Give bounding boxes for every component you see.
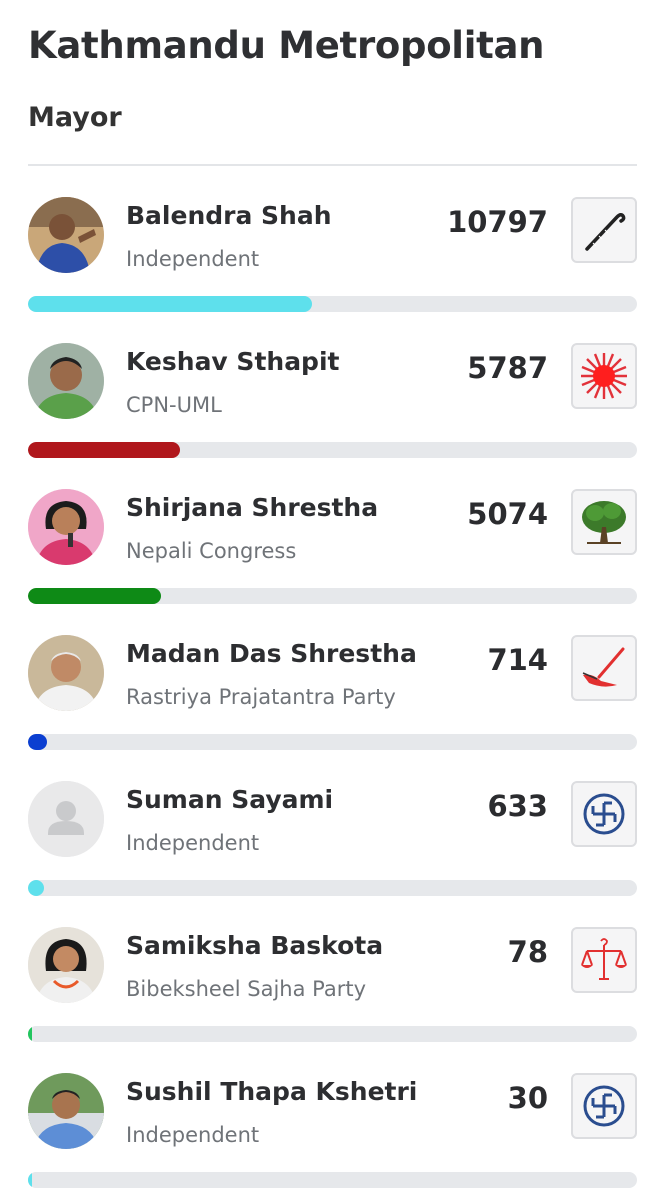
user-placeholder-icon [28, 781, 104, 857]
tree-icon [571, 489, 637, 555]
walking-stick-icon [571, 197, 637, 263]
candidate-row[interactable]: Samiksha Baskota Bibeksheel Sajha Party … [28, 927, 637, 1067]
swastika-icon [571, 781, 637, 847]
candidate-party: Bibeksheel Sajha Party [126, 977, 367, 1001]
vote-bar-fill [28, 734, 47, 750]
vote-count: 633 [487, 789, 548, 823]
candidate-name: Keshav Sthapit [126, 347, 340, 376]
candidate-name: Sushil Thapa Kshetri [126, 1077, 418, 1106]
vote-bar [28, 734, 637, 750]
vote-bar-fill [28, 442, 180, 458]
vote-bar-fill [28, 880, 44, 896]
avatar [28, 635, 104, 711]
vote-bar [28, 880, 637, 896]
vote-count: 5074 [467, 497, 548, 531]
candidate-name: Samiksha Baskota [126, 931, 384, 960]
candidate-row[interactable]: Balendra Shah Independent 10797 [28, 197, 637, 337]
vote-count: 78 [507, 935, 548, 969]
scales-icon [571, 927, 637, 993]
vote-count: 10797 [447, 205, 548, 239]
vote-bar [28, 1026, 637, 1042]
divider [28, 164, 637, 166]
candidate-row[interactable]: Madan Das Shrestha Rastriya Prajatantra … [28, 635, 637, 775]
vote-bar [28, 442, 637, 458]
vote-count: 30 [507, 1081, 548, 1115]
vote-bar [28, 1172, 637, 1188]
candidate-name: Shirjana Shrestha [126, 493, 379, 522]
avatar [28, 489, 104, 565]
sun-icon [571, 343, 637, 409]
candidate-row[interactable]: Keshav Sthapit CPN-UML 5787 [28, 343, 637, 483]
vote-count: 714 [487, 643, 548, 677]
avatar [28, 1073, 104, 1149]
candidate-row[interactable]: Suman Sayami Independent 633 [28, 781, 637, 921]
vote-bar-fill [28, 588, 161, 604]
page-title: Kathmandu Metropolitan [28, 24, 545, 67]
candidate-party: Rastriya Prajatantra Party [126, 685, 396, 709]
candidate-party: CPN-UML [126, 393, 222, 417]
candidate-row[interactable]: Shirjana Shrestha Nepali Congress 5074 [28, 489, 637, 629]
candidate-name: Suman Sayami [126, 785, 334, 814]
plough-icon [571, 635, 637, 701]
candidate-name: Balendra Shah [126, 201, 332, 230]
candidate-party: Nepali Congress [126, 539, 297, 563]
candidate-party: Independent [126, 247, 260, 271]
vote-bar [28, 588, 637, 604]
vote-bar-fill [28, 1026, 32, 1042]
candidate-row[interactable]: Sushil Thapa Kshetri Independent 30 [28, 1073, 637, 1200]
vote-count: 5787 [467, 351, 548, 385]
section-title: Mayor [28, 102, 122, 133]
avatar [28, 343, 104, 419]
vote-bar [28, 296, 637, 312]
swastika-icon [571, 1073, 637, 1139]
candidate-name: Madan Das Shrestha [126, 639, 417, 668]
avatar [28, 197, 104, 273]
vote-bar-fill [28, 1172, 32, 1188]
avatar [28, 927, 104, 1003]
vote-bar-fill [28, 296, 312, 312]
candidate-party: Independent [126, 831, 260, 855]
candidate-party: Independent [126, 1123, 260, 1147]
